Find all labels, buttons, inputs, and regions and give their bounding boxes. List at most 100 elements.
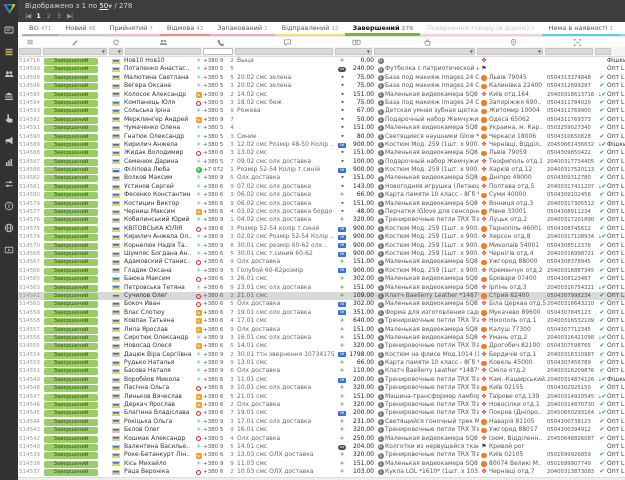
page-number-button[interactable]: 1 — [36, 11, 41, 21]
filter-name[interactable] — [125, 48, 201, 55]
table-row[interactable]: 514558ЗавершенийКовпак Татьянаis+380 641… — [18, 317, 625, 325]
column-header-comment-icon[interactable] — [237, 37, 337, 47]
table-row[interactable]: 514587ЗавершенийСеменюк Дарина✳+380 5709… — [18, 158, 625, 166]
table-row[interactable]: 514556ЗавершенийСиротюк Олександр✳+380 9… — [18, 334, 625, 342]
app-logo-icon[interactable] — [2, 2, 17, 16]
filter-amount[interactable]: ▼ — [335, 48, 372, 55]
filter-tag[interactable] — [595, 48, 611, 55]
table-row[interactable]: 514539ЗавершенийРоке-Бетанкурт Лін..is+3… — [18, 451, 625, 459]
table-row[interactable]: 514546ЗавершенийДеркач Ярославis+380 62О… — [18, 401, 625, 409]
table-row[interactable]: 514566ЗавершенийГладик Оксана✳+380 95Гол… — [18, 267, 625, 275]
page-size-dropdown[interactable]: 50 — [99, 2, 108, 10]
table-row[interactable]: 514716ЗавершенийНов10 Нов10✳+380 92Выца✈… — [18, 57, 625, 65]
sidebar-item-warehouse-icon[interactable] — [4, 91, 14, 101]
table-row[interactable]: 514596ЗавершенийВегера Оксана✳+380 5320.… — [18, 82, 625, 90]
sidebar-item-clients-icon[interactable] — [4, 69, 14, 79]
table-row[interactable]: 514557ЗавершенийЛила Ярославis+380 69Олх… — [18, 326, 625, 334]
column-header-money-icon[interactable] — [337, 37, 376, 47]
table-row[interactable]: 514560ЗавершенийБокоч Иван+380 65Олх дос… — [18, 300, 625, 308]
table-row[interactable]: 514589ЗавершенийКирилич Анжела✳+380 5312… — [18, 141, 625, 149]
table-row[interactable]: 514543ЗавершенийБєлов Олег✳+380 5916.01 … — [18, 426, 625, 434]
table-row[interactable]: 514576ЗавершенийКобилинський Юрий✳+380 9… — [18, 216, 625, 224]
table-row[interactable]: 514567ЗавершенийАдамовский Станис..+380 … — [18, 258, 625, 266]
table-row[interactable]: 514542ЗавершенийКошмак Александр+380 54О… — [18, 435, 625, 443]
tab-нема-в-наявності[interactable]: Нема в наявності1 — [542, 22, 621, 36]
column-header-location-icon[interactable] — [479, 37, 547, 47]
table-row[interactable]: 514551ЗавершенийБасова Наталя✳+380 96Олх… — [18, 367, 625, 375]
page-number-button[interactable]: 2 — [47, 11, 51, 21]
table-row[interactable]: 514545ЗавершенийБлагінна Владіслава+380 … — [18, 409, 625, 417]
sidebar-item-cpa-icon[interactable] — [4, 113, 14, 123]
table-row[interactable]: 514594ЗавершенийКомпанець Юля+380 5318.0… — [18, 99, 625, 107]
column-header-clients-icon[interactable] — [124, 37, 203, 47]
table-row[interactable]: 514590ЗавершенийГнатюк Олександр✳+380 53… — [18, 133, 625, 141]
tab-запакований[interactable]: Запакований1 — [210, 22, 274, 36]
column-header-basket-icon[interactable] — [376, 37, 479, 47]
column-header-refresh-icon[interactable] — [108, 37, 124, 47]
table-row[interactable]: 514579ЗавершенийКостицин Виктор✳+380 690… — [18, 200, 625, 208]
filter-flag[interactable]: ▼ — [109, 48, 123, 55]
table-row[interactable]: 514540ЗавершенийВалентина Василье..✳+380… — [18, 443, 625, 451]
sidebar-item-video-icon[interactable] — [4, 245, 14, 255]
table-row[interactable]: 514582ЗавершенийВолков Максим✳+380 95Олх… — [18, 174, 625, 182]
tab-відмова[interactable]: Відмова42 — [160, 22, 210, 36]
tab-повернення-товару-в-дорозі-[interactable]: Повернення товару (в дорозі)0 — [420, 22, 541, 36]
column-header-edit-icon[interactable] — [42, 37, 108, 47]
filter-status[interactable]: ▼ — [43, 48, 107, 55]
table-row[interactable]: 514568ЗавершенийШумляс Богдана Ан..✳+380… — [18, 250, 625, 258]
tab-прийнятий[interactable]: Прийнятий7 — [103, 22, 160, 36]
delivery-up-icon — [481, 84, 487, 90]
sidebar-item-orders-icon[interactable] — [4, 47, 14, 57]
table-row[interactable]: 514592ЗавершенийМерклингер Андрейis+380 … — [18, 116, 625, 124]
sidebar-item-info-icon[interactable] — [4, 201, 14, 211]
filter-comment[interactable] — [235, 48, 333, 55]
table-row[interactable]: 514598ЗавершенийМалютина Светлана✳+380 5… — [18, 74, 625, 82]
table-row[interactable]: 514549ЗавершенийВоробйов Микола✳+380 631… — [18, 376, 625, 384]
table-row[interactable]: 514537ЗавершенийРаца Вероніка+380 6210.0… — [18, 468, 625, 476]
table-row[interactable]: 514588ЗавершенийЖидак Володимир+380 6313… — [18, 149, 625, 157]
first-page-button[interactable]: |◀ — [25, 11, 30, 21]
sidebar-item-statistics-icon[interactable] — [4, 157, 14, 167]
tab-самовивіз[interactable]: Самовивіз2 — [620, 22, 625, 36]
column-header-orders-list-icon[interactable] — [18, 37, 42, 47]
table-row[interactable]: 514580ЗавершенийФесенко Константин✳+380 … — [18, 191, 625, 199]
last-page-button[interactable]: ▶| — [67, 11, 72, 21]
table-row[interactable]: 514544ЗавершенийРокіцька Ольга✳+380 9317… — [18, 418, 625, 426]
column-header-phone-icon[interactable] — [203, 37, 237, 47]
table-row[interactable]: 514563ЗавершенийПетровська Тетяна✳+380 6… — [18, 284, 625, 292]
filter-phone[interactable] — [203, 48, 233, 55]
table-row[interactable]: 514555ЗавершенийНовосад Олесяis+380 6514… — [18, 342, 625, 350]
table-row[interactable]: 514591ЗавершенийЧумаченко Олена✳+380 54◂… — [18, 124, 625, 132]
table-row[interactable]: 514593ЗавершенийСольська Іріна✳+380 59Ро… — [18, 107, 625, 115]
table-row[interactable]: 514548ЗавершенийПасічна Ольга+380 6910.0… — [18, 384, 625, 392]
table-row[interactable]: 514595ЗавершенийКолосок Александрis+380 … — [18, 91, 625, 99]
sidebar-item-settings-icon[interactable] — [4, 179, 14, 189]
page-number-button[interactable]: 3 — [57, 11, 61, 21]
table-row[interactable]: 514547ЗавершенийЛиньков Вячеславis+380 6… — [18, 393, 625, 401]
tab-новий[interactable]: Новий48 — [58, 22, 102, 36]
table-row[interactable]: 514561ЗавершенийСучилов Олег+380 6221.01… — [18, 292, 625, 300]
filter-product[interactable]: ▼ — [374, 48, 475, 55]
table-row[interactable]: 514538ЗавершенийКісь Михайло✳+380 9911.0… — [18, 460, 625, 468]
sidebar-item-network-icon[interactable] — [4, 223, 14, 233]
table-row[interactable]: 514559ЗавершенийВлас Слотюуis+380 6719.0… — [18, 309, 625, 317]
table-row[interactable]: 514553ЗавершенийРудько Наталья✳+380 9913… — [18, 359, 625, 367]
tab-завершений[interactable]: Завершений278 — [345, 22, 420, 36]
filter-city[interactable]: ▼ — [477, 48, 543, 55]
sidebar-item-marketing-icon[interactable] — [4, 135, 14, 145]
table-row[interactable]: 514599ЗавершенийПотапенко Анастас..✳+380… — [18, 65, 625, 73]
table-row[interactable]: 514586ЗавершенийФіліпова Люба✆+7 0721Роз… — [18, 166, 625, 174]
table-row[interactable]: 514565ЗавершенийБаюка Максим+380 6326.01… — [18, 275, 625, 283]
table-row[interactable]: 514570ЗавершенийКорнелюк Надія Та..✳+380… — [18, 242, 625, 250]
table-row[interactable]: 514577ЗавершенийЧерниш Максимis+380 6403… — [18, 208, 625, 216]
tab-відправлений[interactable]: Відправлений12 — [275, 22, 346, 36]
filter-ttn[interactable] — [545, 48, 593, 55]
table-row[interactable]: 514574ЗавершенийКирилич Анжела Ол..✳+380… — [18, 233, 625, 241]
table-row[interactable]: 514575ЗавершенийКВІТОВСЬКА ЮЛІЯ+380 63Ро… — [18, 225, 625, 233]
table-row[interactable]: 514554ЗавершенийДацюк Віра Сергіївна✳+38… — [18, 351, 625, 359]
table-row[interactable]: 514581ЗавершенийУстинов Сергей✳+380 6907… — [18, 183, 625, 191]
column-header-barcode-icon[interactable] — [547, 37, 607, 47]
filter-id[interactable] — [19, 48, 41, 55]
tab-всі[interactable]: Всі471 — [22, 22, 58, 36]
sidebar-item-dashboard-icon[interactable] — [4, 25, 14, 35]
